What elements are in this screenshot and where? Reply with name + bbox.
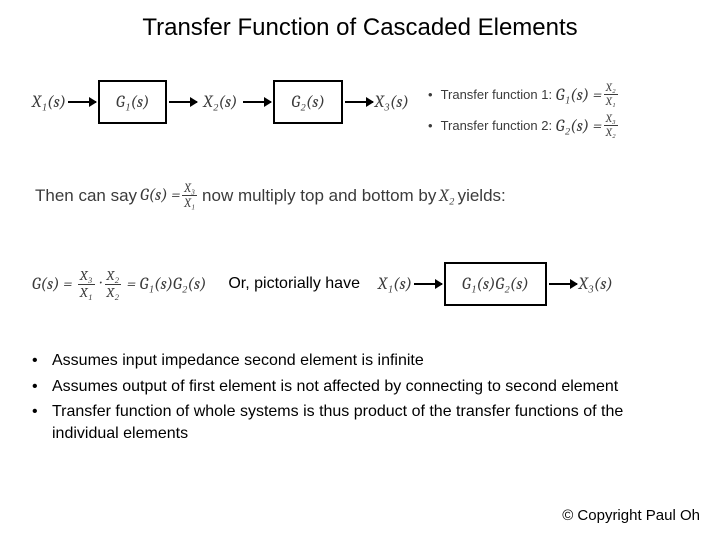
bullet-text: Assumes output of first element is not a… bbox=[52, 376, 618, 398]
tf2-label: Transfer function 2: bbox=[441, 118, 553, 133]
tf1-den: X₁ bbox=[606, 95, 616, 107]
page-title: Transfer Function of Cascaded Elements bbox=[0, 0, 720, 42]
tf-definitions: • Transfer function 1: G₁(s) = X₂ X₁ • T… bbox=[428, 82, 620, 144]
derivation-pre: Then can say bbox=[35, 186, 137, 206]
list-item: • Assumes output of first element is not… bbox=[32, 376, 688, 398]
result-f2-num: X₂ bbox=[105, 269, 122, 285]
bullet-text: Assumes input impedance second element i… bbox=[52, 350, 424, 372]
result-row: G(s) = X₃ X₁ · X₂ X₂ = G₁(s)G₂(s) Or, pi… bbox=[32, 262, 613, 306]
block-g2: G₂(s) bbox=[273, 80, 342, 124]
arrow-icon bbox=[68, 101, 96, 103]
result-lhs: G(s) = bbox=[32, 275, 72, 294]
derivation-num: X₃ bbox=[182, 182, 197, 196]
signal-x1: X₁(s) bbox=[32, 92, 66, 112]
tf-def-1: • Transfer function 1: G₁(s) = X₂ X₁ bbox=[428, 82, 620, 107]
tf2-num: X₃ bbox=[604, 113, 618, 126]
cascade-diagram: X₁(s) G₁(s) X₂(s) G₂(s) X₃(s) bbox=[32, 80, 409, 124]
bullet-text: Transfer function of whole systems is th… bbox=[52, 401, 688, 444]
arrow-icon bbox=[243, 101, 271, 103]
tf1-label: Transfer function 1: bbox=[441, 87, 553, 102]
copyright: © Copyright Paul Oh bbox=[562, 507, 700, 524]
signal-x1-b: X₁(s) bbox=[378, 274, 412, 294]
derivation-by: X₂ bbox=[439, 186, 454, 206]
result-frac1: X₃ X₁ bbox=[78, 269, 95, 300]
arrow-icon bbox=[345, 101, 373, 103]
tf2-fraction: X₃ X₂ bbox=[604, 113, 618, 138]
tf2-lhs: G₂(s) = bbox=[556, 116, 602, 136]
bullet-icon: • bbox=[428, 118, 433, 133]
result-f1-num: X₃ bbox=[78, 269, 95, 285]
derivation-den: X₁ bbox=[184, 196, 195, 209]
arrow-icon bbox=[414, 283, 442, 285]
tf1-lhs: G₁(s) = bbox=[556, 85, 602, 105]
list-item: • Transfer function of whole systems is … bbox=[32, 401, 688, 444]
result-f2-den: X₂ bbox=[107, 285, 120, 300]
signal-x2: X₂(s) bbox=[203, 92, 237, 112]
combined-diagram: X₁(s) G₁(s)G₂(s) X₃(s) bbox=[378, 262, 613, 306]
derivation-line: Then can say G(s) = X₃ X₁ now multiply t… bbox=[32, 182, 509, 209]
result-rhs: = G₁(s)G₂(s) bbox=[127, 274, 207, 294]
arrow-icon bbox=[549, 283, 577, 285]
derivation-fraction: X₃ X₁ bbox=[182, 182, 197, 209]
signal-x3: X₃(s) bbox=[375, 92, 409, 112]
derivation-post: yields: bbox=[458, 186, 506, 206]
arrow-icon bbox=[169, 101, 197, 103]
tf2-den: X₂ bbox=[606, 126, 616, 138]
derivation-mid: now multiply top and bottom by bbox=[202, 186, 436, 206]
block-combined: G₁(s)G₂(s) bbox=[444, 262, 547, 306]
list-item: • Assumes input impedance second element… bbox=[32, 350, 688, 372]
result-frac2: X₂ X₂ bbox=[105, 269, 122, 300]
tf1-num: X₂ bbox=[604, 82, 618, 95]
or-label: Or, pictorially have bbox=[228, 275, 360, 293]
bullet-icon: • bbox=[428, 87, 433, 102]
bullet-icon: • bbox=[32, 350, 52, 372]
tf-def-2: • Transfer function 2: G₂(s) = X₃ X₂ bbox=[428, 113, 620, 138]
derivation-lhs: G(s) = bbox=[140, 186, 180, 205]
block-g1: G₁(s) bbox=[98, 80, 167, 124]
tf1-fraction: X₂ X₁ bbox=[604, 82, 618, 107]
assumptions-list: • Assumes input impedance second element… bbox=[32, 350, 688, 448]
result-equation: G(s) = X₃ X₁ · X₂ X₂ = G₁(s)G₂(s) bbox=[32, 269, 206, 300]
bullet-icon: • bbox=[32, 401, 52, 444]
signal-x3-b: X₃(s) bbox=[579, 274, 613, 294]
result-f1-den: X₁ bbox=[80, 285, 93, 300]
bullet-icon: • bbox=[32, 376, 52, 398]
